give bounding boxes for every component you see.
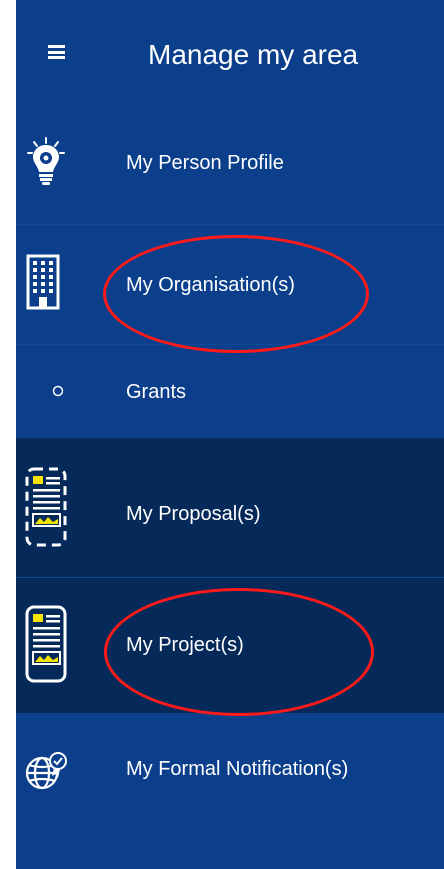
- menu-item-person-profile[interactable]: My Person Profile: [16, 106, 444, 225]
- bullet-circle-icon: [52, 385, 64, 397]
- menu-item-label: My Project(s): [126, 634, 244, 656]
- menu-item-label: Grants: [126, 381, 187, 403]
- menu-item-projects[interactable]: My Project(s): [16, 578, 444, 713]
- menu-footer: [16, 828, 444, 869]
- menu-item-label: My Proposal(s): [126, 503, 261, 525]
- menu-item-organisations[interactable]: My Organisation(s): [16, 224, 444, 345]
- menu-title: Manage my area: [148, 39, 359, 70]
- globe-certificate-icon: [25, 752, 67, 790]
- project-document-icon: [25, 605, 67, 683]
- menu-item-label: My Person Profile: [126, 152, 284, 174]
- menu-item-formal-notifications[interactable]: My Formal Notification(s): [16, 713, 444, 829]
- lightbulb-gear-icon: [27, 137, 65, 185]
- side-menu: Manage my area My Person Profile My Orga…: [16, 0, 444, 869]
- menu-item-proposals[interactable]: My Proposal(s): [16, 438, 444, 578]
- building-icon: [26, 254, 60, 310]
- menu-item-label: My Organisation(s): [126, 274, 295, 296]
- hamburger-menu-icon[interactable]: [48, 45, 65, 59]
- menu-item-grants[interactable]: Grants: [16, 344, 444, 438]
- menu-header: Manage my area: [16, 0, 444, 106]
- proposal-document-icon: [25, 467, 67, 547]
- menu-item-label: My Formal Notification(s): [126, 758, 349, 780]
